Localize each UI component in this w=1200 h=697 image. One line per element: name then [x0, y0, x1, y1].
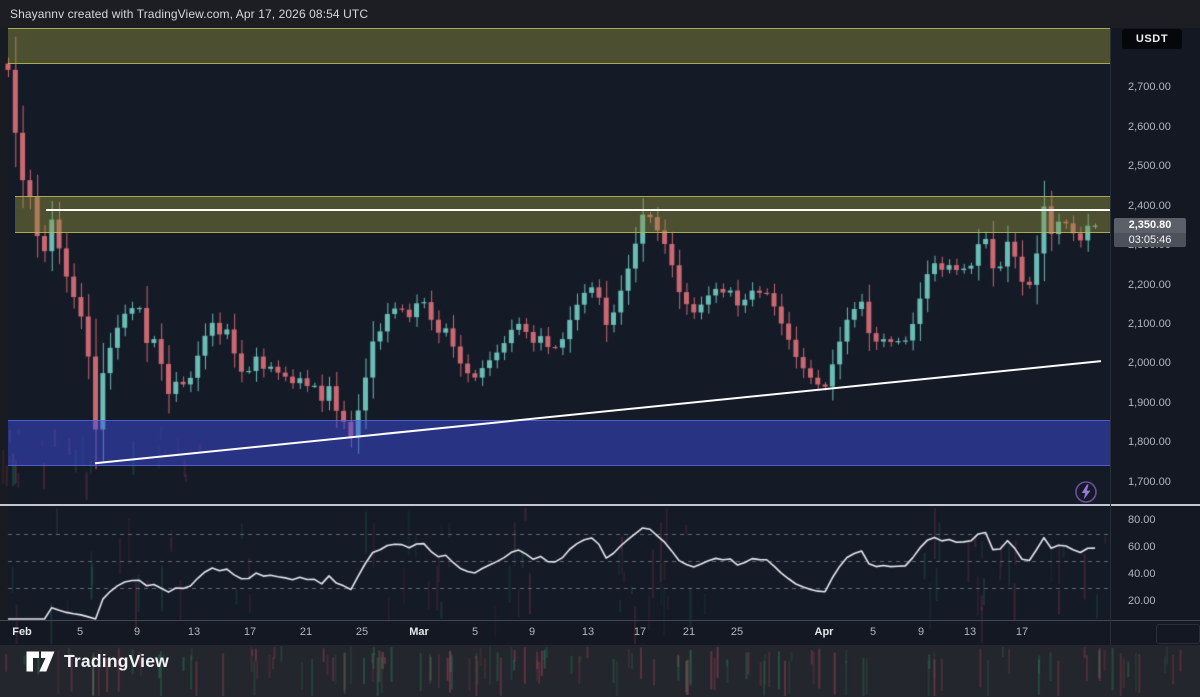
horizontal-ray-line[interactable] — [46, 209, 1110, 212]
price-tick-label: 2,700.00 — [1128, 81, 1171, 93]
time-tick-label: 5 — [870, 626, 876, 638]
countdown-timer: 03:05:46 — [1114, 233, 1186, 247]
pane-separator[interactable] — [0, 504, 1200, 506]
time-tick-label: 25 — [731, 626, 743, 638]
time-tick-label: Feb — [12, 626, 32, 638]
time-tick-label: 5 — [472, 626, 478, 638]
time-tick-label: 9 — [918, 626, 924, 638]
time-tick-label: 9 — [134, 626, 140, 638]
price-tick-label: 2,500.00 — [1128, 160, 1171, 172]
time-tick-label: 13 — [188, 626, 200, 638]
time-tick-label: 21 — [683, 626, 695, 638]
time-tick-label: Apr — [815, 626, 834, 638]
indicator-tick-label: 60.00 — [1128, 541, 1156, 553]
quote-currency-badge[interactable]: USDT — [1122, 29, 1182, 49]
indicator-tick-label: 20.00 — [1128, 595, 1156, 607]
tradingview-chart-screenshot: Shayannv created with TradingView.com, A… — [0, 0, 1200, 697]
time-tick-label: 9 — [529, 626, 535, 638]
price-axis-border — [1110, 28, 1111, 645]
tradingview-logo-text: TradingView — [64, 651, 169, 672]
indicator-tick-label: 40.00 — [1128, 568, 1156, 580]
price-tick-label: 1,700.00 — [1128, 476, 1171, 488]
tradingview-logo[interactable]: TradingView — [26, 651, 169, 672]
tradingview-logo-icon — [26, 651, 55, 672]
time-tick-label: 17 — [244, 626, 256, 638]
lightning-icon — [1074, 480, 1098, 504]
chart-canvas[interactable] — [0, 0, 1200, 697]
time-tick-label: 5 — [77, 626, 83, 638]
time-tick-label: 25 — [356, 626, 368, 638]
indicator-tick-label: 80.00 — [1128, 514, 1156, 526]
price-tick-label: 2,200.00 — [1128, 279, 1171, 291]
time-tick-label: 21 — [300, 626, 312, 638]
time-axis-settings-button[interactable] — [1156, 624, 1200, 644]
time-axis-border — [0, 620, 1200, 621]
last-price-badge: 2,350.80 03:05:46 — [1114, 218, 1186, 247]
watermark-text: Shayannv created with TradingView.com, A… — [10, 7, 368, 21]
time-tick-label: 13 — [964, 626, 976, 638]
price-tick-label: 2,100.00 — [1128, 318, 1171, 330]
time-tick-label: Mar — [409, 626, 429, 638]
price-tick-label: 1,800.00 — [1128, 436, 1171, 448]
time-tick-label: 13 — [582, 626, 594, 638]
price-tick-label: 2,000.00 — [1128, 357, 1171, 369]
price-tick-label: 1,900.00 — [1128, 397, 1171, 409]
time-tick-label: 17 — [1016, 626, 1028, 638]
last-price-value: 2,350.80 — [1114, 218, 1186, 233]
boost-button[interactable] — [1074, 480, 1098, 504]
price-tick-label: 2,400.00 — [1128, 200, 1171, 212]
time-tick-label: 17 — [634, 626, 646, 638]
price-tick-label: 2,600.00 — [1128, 121, 1171, 133]
